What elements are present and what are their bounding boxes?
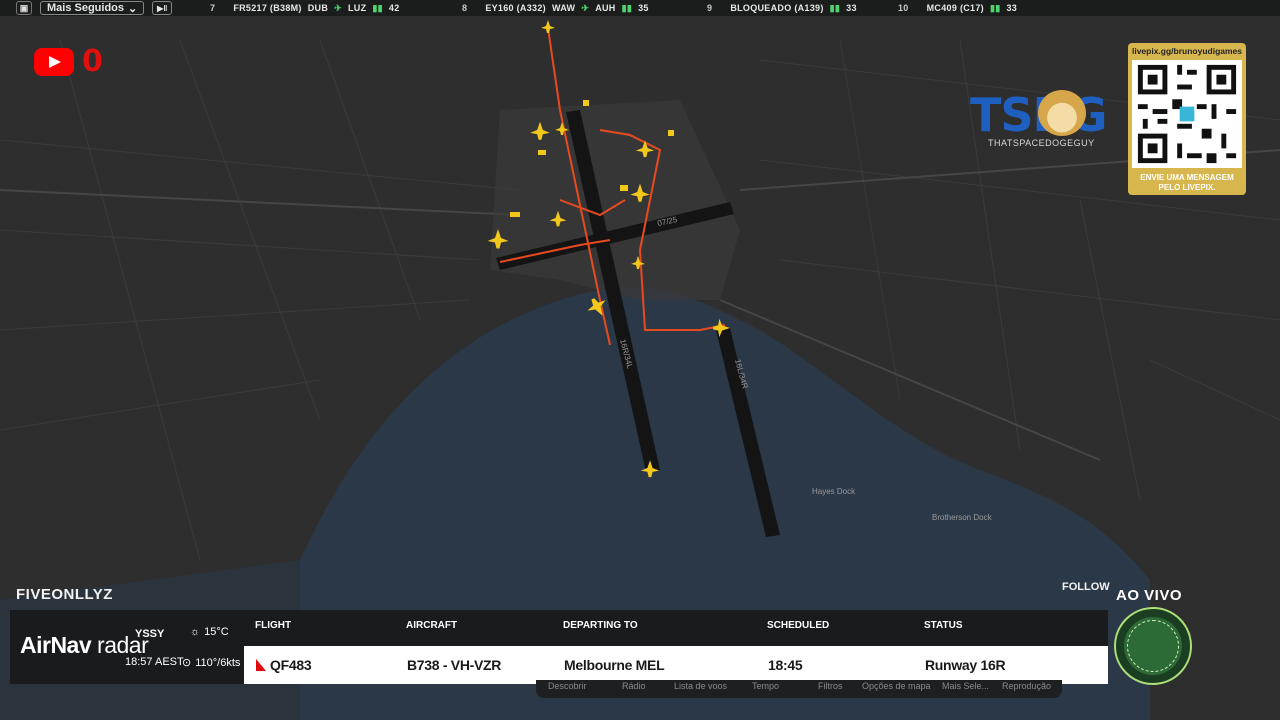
followers-icon: ▮▮ <box>621 2 633 13</box>
menu-item[interactable]: Rádio <box>622 681 646 691</box>
header-flight: FLIGHT <box>255 620 292 631</box>
tsdg-logo: TSDG THATSPACEDOGEGUY <box>966 86 1126 152</box>
header-scheduled: SCHEDULED <box>767 620 830 631</box>
menu-item[interactable]: Opções de mapa <box>862 681 931 691</box>
menu-item[interactable]: Tempo <box>752 681 779 691</box>
ticker-from: WAW <box>551 3 576 13</box>
ticker-item[interactable]: 10 MC409 (C17) ▮▮ 33 <box>898 0 1017 16</box>
livepix-card: livepix.gg/brunoyudigames ENVIE UMA MENS… <box>1128 43 1246 195</box>
local-time: 18:57 AEST <box>125 656 184 668</box>
menu-item[interactable]: Descobrir <box>548 681 587 691</box>
youtube-icon <box>34 47 74 76</box>
aircraft-cell: B738 - VH-VZR <box>407 657 502 673</box>
dropdown-label: Mais Seguidos <box>47 2 125 14</box>
ticker-rank: 8 <box>462 3 468 13</box>
livepix-url: livepix.gg/brunoyudigames <box>1131 46 1243 56</box>
airnav-logo: AirNav radar <box>20 632 149 659</box>
followers-icon: ▮▮ <box>372 2 383 13</box>
airplane-emblem-icon <box>1127 620 1179 672</box>
ticker-rank: 7 <box>210 3 216 13</box>
menu-item[interactable]: Lista de voos <box>674 681 727 691</box>
tsdg-subtitle: THATSPACEDOGEGUY <box>988 138 1095 148</box>
sun-icon: ☼ <box>190 626 201 638</box>
wind: ⊙ 110°/6kts <box>182 656 241 670</box>
followers-icon: ▮▮ <box>989 2 1001 13</box>
ticker-rank: 10 <box>898 3 909 13</box>
youtube-count: 0 <box>82 44 103 79</box>
followers-icon: ▮▮ <box>829 2 841 13</box>
stream-screen: 07/25 16R/34L 16L/34R Hayes Dock Brother… <box>0 0 1280 720</box>
qr-code-icon <box>1132 60 1242 168</box>
ticker-count: 33 <box>1006 3 1018 13</box>
flight-cell: QF483 <box>256 657 312 673</box>
window-icon[interactable]: ▣ <box>16 1 32 15</box>
plane-icon: ✈ <box>581 2 590 13</box>
place-label: Hayes Dock <box>812 487 856 496</box>
scheduled-cell: 18:45 <box>768 657 803 673</box>
menu-item[interactable]: Mais Sele... <box>942 681 989 691</box>
doge-icon <box>1038 90 1086 136</box>
chevron-down-icon: ⌄ <box>128 2 138 15</box>
status-cell: Runway 16R <box>925 657 1006 673</box>
ticker-item[interactable]: 7 FR5217 (B38M) DUB ✈ LUZ ▮▮ 42 <box>210 0 400 16</box>
brand-part: AirNav <box>20 632 92 658</box>
header-departing: DEPARTING TO <box>563 620 638 631</box>
menu-item[interactable]: Reprodução <box>1002 681 1051 691</box>
ticker-item[interactable]: 8 EY160 (A332) WAW ✈ AUH ▮▮ 35 <box>462 0 649 16</box>
follow-label[interactable]: FOLLOW <box>1062 581 1110 593</box>
bottom-menu: Descobrir Rádio Lista de voos Tempo Filt… <box>536 680 1062 698</box>
ticker-to: LUZ <box>347 3 367 13</box>
ticker-from: DUB <box>307 3 329 13</box>
header-aircraft: AIRCRAFT <box>406 620 458 631</box>
ticker-count: 35 <box>638 3 649 13</box>
wind-value: 110°/6kts <box>195 656 241 669</box>
wind-icon: ⊙ <box>182 657 192 669</box>
channel-badge <box>1114 607 1192 685</box>
menu-item[interactable]: Filtros <box>818 681 843 691</box>
header-status: STATUS <box>924 620 963 631</box>
flight-row[interactable]: QF483 B738 - VH-VZR Melbourne MEL 18:45 … <box>244 646 1108 684</box>
flight-number: QF483 <box>270 657 312 673</box>
top-ticker-bar: ▣ Mais Seguidos ⌄ ▶‖ 7 FR5217 (B38M) DUB… <box>0 0 1280 16</box>
ticker-callsign: MC409 (C17) <box>926 3 984 13</box>
departing-cell: Melbourne MEL <box>564 657 665 673</box>
ticker-count: 33 <box>846 3 857 13</box>
ticker-callsign: BLOQUEADO (A139) <box>730 3 824 13</box>
streamer-name: FIVEONLLYZ <box>16 586 113 603</box>
ticker-callsign: EY160 (A332) <box>485 3 546 13</box>
temperature: ☼ 15°C <box>190 626 229 638</box>
livepix-message: ENVIE UMA MENSAGEM PELO LIVEPIX. <box>1140 173 1234 192</box>
play-pause-icon[interactable]: ▶‖ <box>152 1 173 15</box>
ticker-item[interactable]: 9 BLOQUEADO (A139) ▮▮ 33 <box>707 0 857 16</box>
plane-icon: ✈ <box>334 2 342 13</box>
ticker-to: AUH <box>595 3 616 13</box>
youtube-counter: 0 <box>34 44 103 79</box>
ticker-rank: 9 <box>707 3 713 13</box>
ticker-count: 42 <box>388 3 400 13</box>
ticker-callsign: FR5217 (B38M) <box>233 3 302 13</box>
live-label: AO VIVO <box>1116 587 1183 604</box>
place-label: Brotherson Dock <box>932 513 993 522</box>
temperature-value: 15°C <box>204 626 229 638</box>
qantas-tail-icon <box>256 659 266 671</box>
most-followed-dropdown[interactable]: Mais Seguidos ⌄ <box>40 1 145 15</box>
flight-info-panel: AirNav radar YSSY 18:57 AEST ☼ 15°C ⊙ 110°… <box>10 610 1108 684</box>
airport-code: YSSY <box>135 628 165 640</box>
